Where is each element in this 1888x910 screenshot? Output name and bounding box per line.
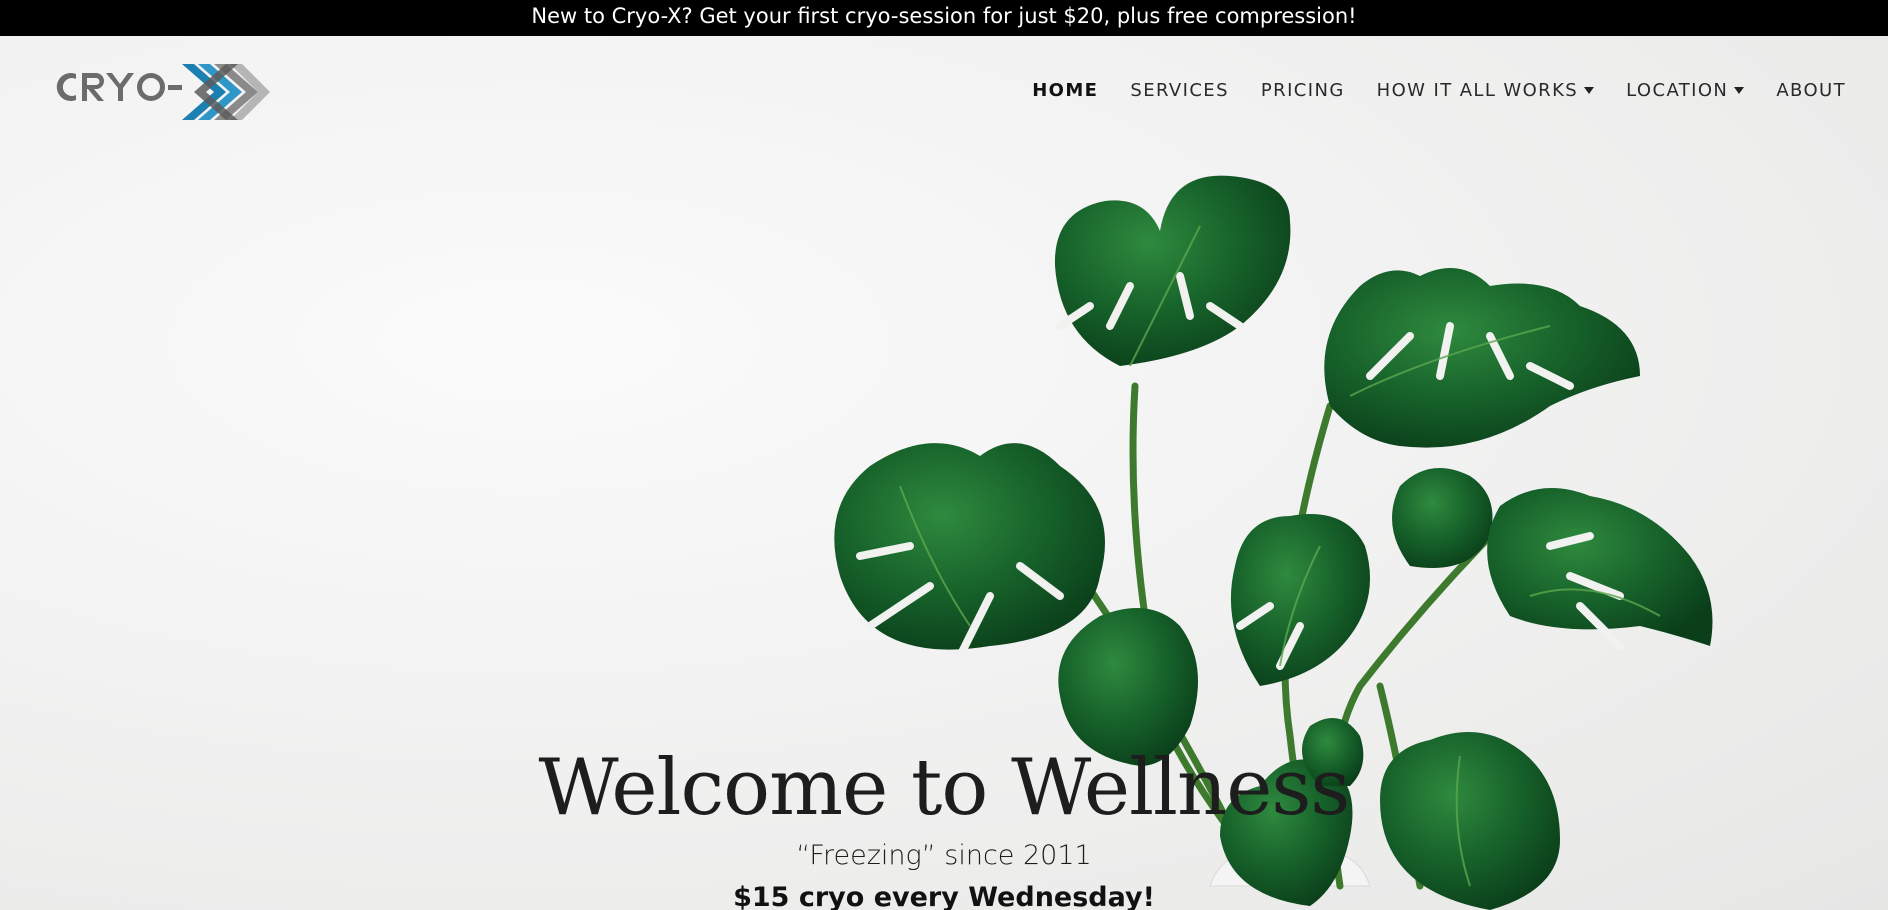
nav-about[interactable]: ABOUT xyxy=(1776,80,1846,101)
nav-home[interactable]: HOME xyxy=(1032,80,1098,101)
nav-services[interactable]: SERVICES xyxy=(1130,80,1229,101)
announcement-text: New to Cryo-X? Get your first cryo-sessi… xyxy=(531,4,1357,28)
main-nav: HOME SERVICES PRICING HOW IT ALL WORKS L… xyxy=(1000,80,1846,101)
nav-home-label: HOME xyxy=(1032,80,1099,101)
nav-how-it-all-works-label: HOW IT ALL WORKS xyxy=(1376,80,1579,101)
hero-section: HOME SERVICES PRICING HOW IT ALL WORKS L… xyxy=(0,36,1888,910)
hero-headline: Welcome to Wellness xyxy=(538,743,1351,833)
nav-location[interactable]: LOCATION xyxy=(1626,80,1745,101)
cryo-x-logo[interactable] xyxy=(48,60,270,124)
nav-how-it-all-works[interactable]: HOW IT ALL WORKS xyxy=(1376,80,1595,101)
nav-pricing-label: PRICING xyxy=(1260,80,1345,101)
announcement-bar: New to Cryo-X? Get your first cryo-sessi… xyxy=(0,0,1888,36)
caret-down-icon xyxy=(1734,87,1745,94)
nav-pricing[interactable]: PRICING xyxy=(1261,80,1345,101)
nav-location-label: LOCATION xyxy=(1626,80,1729,101)
nav-about-label: ABOUT xyxy=(1776,80,1846,101)
hero-promo: $15 cryo every Wednesday! xyxy=(733,882,1155,910)
hero-subheadline: “Freezing” since 2011 xyxy=(796,840,1092,871)
nav-services-label: SERVICES xyxy=(1130,80,1229,101)
caret-down-icon xyxy=(1584,87,1595,94)
